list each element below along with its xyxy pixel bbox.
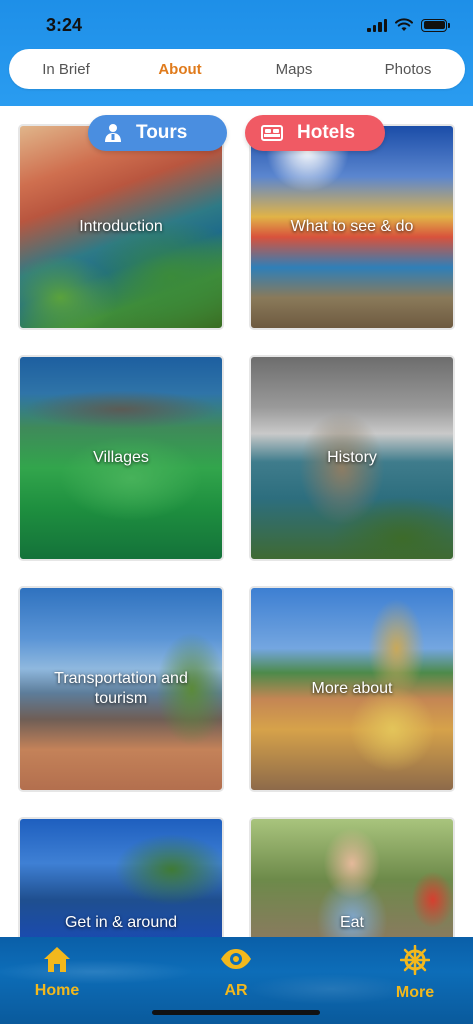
tab-ar-label: AR (224, 982, 248, 999)
card-what-to-see[interactable]: What to see & do (249, 124, 455, 330)
tab-more-label: More (395, 984, 435, 1001)
card-label: What to see & do (290, 218, 414, 235)
tab-home[interactable]: Home (12, 945, 102, 1000)
card-more-about[interactable]: More about (249, 586, 455, 792)
tours-button[interactable]: Tours (88, 115, 227, 151)
battery-icon (421, 18, 450, 32)
status-bar: 3:24 (0, 0, 473, 48)
eye-icon (221, 949, 251, 969)
tab-in-brief[interactable]: In Brief (9, 61, 123, 78)
tab-maps[interactable]: Maps (237, 61, 351, 78)
tab-more[interactable]: More (370, 944, 460, 1002)
tours-label: Tours (136, 122, 188, 143)
status-icons (367, 15, 450, 35)
card-history[interactable]: History (249, 355, 455, 561)
wifi-icon (395, 18, 413, 31)
card-label: Get in & around (64, 914, 178, 931)
card-label: Transportation and tourism (54, 670, 188, 707)
card-label: Eat (339, 914, 364, 931)
tab-ar[interactable]: AR (191, 945, 281, 1000)
tab-photos[interactable]: Photos (351, 61, 465, 78)
status-time: 3:24 (46, 15, 83, 35)
topics-grid: Introduction What to see & do Villages H… (18, 124, 456, 938)
segmented-control: In Brief About Maps Photos (9, 49, 465, 89)
card-eat[interactable]: Eat (249, 817, 455, 938)
hotels-button[interactable]: Hotels (245, 115, 385, 151)
card-label: Introduction (79, 218, 163, 235)
person-icon (105, 124, 121, 142)
card-introduction[interactable]: Introduction (18, 124, 224, 330)
hotels-label: Hotels (297, 122, 356, 143)
card-label: Villages (93, 449, 149, 466)
tab-about[interactable]: About (123, 61, 237, 78)
card-get-in-around[interactable]: Get in & around (18, 817, 224, 938)
card-label: More about (311, 680, 393, 697)
card-transportation[interactable]: Transportation and tourism (18, 586, 224, 792)
cellular-signal-icon (367, 18, 387, 32)
home-icon (44, 947, 70, 972)
home-indicator (152, 1010, 320, 1015)
bed-icon (261, 125, 283, 141)
header: 3:24 In Brief About Maps Photos (0, 0, 473, 106)
tab-home-label: Home (34, 982, 80, 999)
ship-wheel-icon (399, 944, 431, 976)
card-villages[interactable]: Villages (18, 355, 224, 561)
card-label: History (327, 449, 377, 466)
